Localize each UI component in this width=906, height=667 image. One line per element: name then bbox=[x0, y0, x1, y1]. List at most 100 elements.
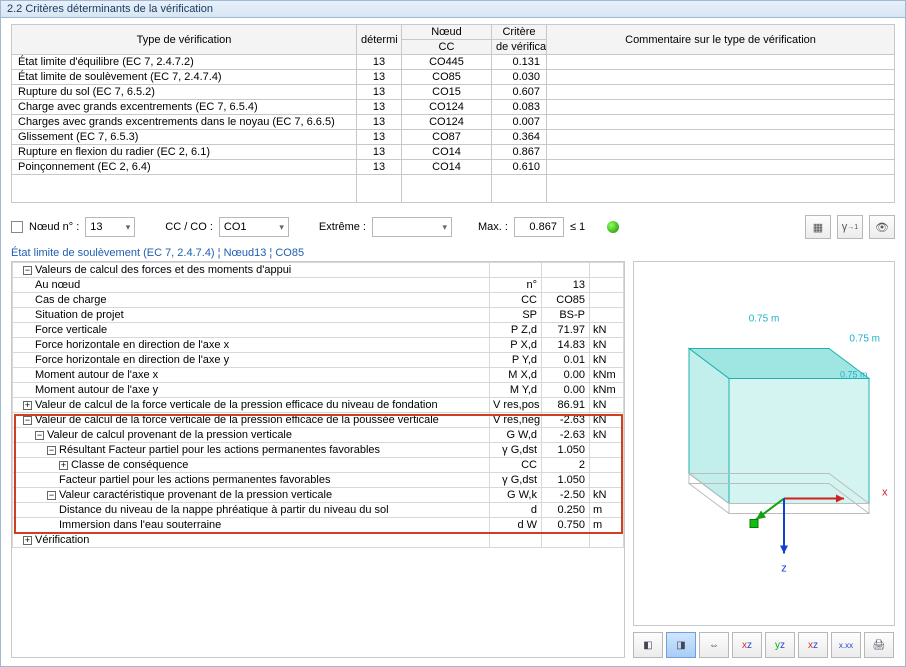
tree-symbol: CC bbox=[490, 458, 542, 473]
tree-row[interactable]: Situation de projetSPBS-P bbox=[13, 308, 624, 323]
tree-label: Facteur partiel pour les actions permane… bbox=[13, 473, 490, 488]
cell-comment bbox=[547, 85, 895, 100]
tree-symbol: G W,k bbox=[490, 488, 542, 503]
node-select[interactable]: 13 bbox=[85, 217, 135, 237]
table-row[interactable]: Poinçonnement (EC 2, 6.4)13CO140.610 bbox=[12, 160, 895, 175]
tree-row[interactable]: Au nœudn°13 bbox=[13, 278, 624, 293]
grid-icon[interactable]: ▦ bbox=[805, 215, 831, 239]
model-viewer[interactable]: 0.75 m 0.75 m 0.75 m x bbox=[633, 261, 895, 626]
toggle-icon[interactable]: + bbox=[59, 461, 68, 470]
cell-cc: CO85 bbox=[402, 70, 492, 85]
view-xy-button[interactable]: xz bbox=[798, 632, 828, 658]
tree-symbol: V res,neg bbox=[490, 413, 542, 428]
viewer-toolbar: ◧ ◨ ⇔ xz yz xz x.xx 🖨 bbox=[633, 632, 895, 658]
tree-symbol bbox=[490, 263, 542, 278]
tree-row[interactable]: Moment autour de l'axe xM X,d0.00kNm bbox=[13, 368, 624, 383]
toggle-icon[interactable]: − bbox=[47, 446, 56, 455]
tree-label: Situation de projet bbox=[13, 308, 490, 323]
view-stretch-button[interactable]: ⇔ bbox=[699, 632, 729, 658]
node-filter-checkbox[interactable] bbox=[11, 221, 23, 233]
table-row[interactable]: Rupture du sol (EC 7, 6.5.2)13CO150.607 bbox=[12, 85, 895, 100]
cell-det: 13 bbox=[357, 100, 402, 115]
toggle-icon[interactable]: − bbox=[47, 491, 56, 500]
tree-row[interactable]: Immersion dans l'eau souterrained W0.750… bbox=[13, 518, 624, 533]
cell-type: Rupture en flexion du radier (EC 2, 6.1) bbox=[12, 145, 357, 160]
cell-crit: 0.131 bbox=[492, 55, 547, 70]
criteria-table: Type de vérification détermi Nœud Critèr… bbox=[11, 24, 895, 203]
table-row[interactable]: Charges avec grands excentrements dans l… bbox=[12, 115, 895, 130]
table-row[interactable]: Charge avec grands excentrements (EC 7, … bbox=[12, 100, 895, 115]
view-xxx-button[interactable]: x.xx bbox=[831, 632, 861, 658]
tree-unit bbox=[590, 473, 624, 488]
tree-row[interactable]: +Valeur de calcul de la force verticale … bbox=[13, 398, 624, 413]
tree-row[interactable]: +Vérification bbox=[13, 533, 624, 548]
tree-value: 0.750 bbox=[542, 518, 590, 533]
tree-symbol: SP bbox=[490, 308, 542, 323]
tree-row[interactable]: Force horizontale en direction de l'axe … bbox=[13, 338, 624, 353]
tree-row[interactable]: Force horizontale en direction de l'axe … bbox=[13, 353, 624, 368]
tree-symbol: G W,d bbox=[490, 428, 542, 443]
view-xz-button[interactable]: xz bbox=[732, 632, 762, 658]
cell-crit: 0.867 bbox=[492, 145, 547, 160]
filter-bar: Nœud n° : 13 CC / CO : CO1 Extrême : Max… bbox=[1, 207, 905, 243]
tree-row[interactable]: +Classe de conséquenceCC2 bbox=[13, 458, 624, 473]
tree-value: CO85 bbox=[542, 293, 590, 308]
table-row[interactable]: État limite de soulèvement (EC 7, 2.4.7.… bbox=[12, 70, 895, 85]
gamma-icon[interactable]: γ→1 bbox=[837, 215, 863, 239]
col-cc-header[interactable]: CC bbox=[402, 40, 492, 55]
col-crit-group[interactable]: Critère bbox=[492, 25, 547, 40]
toggle-icon[interactable]: − bbox=[23, 416, 32, 425]
ccco-select[interactable]: CO1 bbox=[219, 217, 289, 237]
tree-symbol: CC bbox=[490, 293, 542, 308]
cell-cc: CO87 bbox=[402, 130, 492, 145]
tree-row[interactable]: −Valeurs de calcul des forces et des mom… bbox=[13, 263, 624, 278]
tree-row[interactable]: Cas de chargeCCCO85 bbox=[13, 293, 624, 308]
tree-row[interactable]: Distance du niveau de la nappe phréatiqu… bbox=[13, 503, 624, 518]
eye-icon[interactable]: 👁 bbox=[869, 215, 895, 239]
col-det-header[interactable]: détermi bbox=[357, 25, 402, 55]
tree-symbol: V res,pos bbox=[490, 398, 542, 413]
table-row[interactable]: Rupture en flexion du radier (EC 2, 6.1)… bbox=[12, 145, 895, 160]
cell-det: 13 bbox=[357, 130, 402, 145]
table-row[interactable]: Glissement (EC 7, 6.5.3)13CO870.364 bbox=[12, 130, 895, 145]
tree-row[interactable]: −Valeur caractéristique provenant de la … bbox=[13, 488, 624, 503]
view-yz-button[interactable]: yz bbox=[765, 632, 795, 658]
col-node-group[interactable]: Nœud bbox=[402, 25, 492, 40]
extreme-label: Extrême : bbox=[319, 221, 366, 233]
tree-symbol: M X,d bbox=[490, 368, 542, 383]
tree-row[interactable]: Moment autour de l'axe yM Y,d0.00kNm bbox=[13, 383, 624, 398]
tree-symbol: n° bbox=[490, 278, 542, 293]
tree-unit bbox=[590, 263, 624, 278]
detail-tree[interactable]: −Valeurs de calcul des forces et des mom… bbox=[11, 261, 625, 658]
tree-value: 71.97 bbox=[542, 323, 590, 338]
tree-unit: m bbox=[590, 518, 624, 533]
toggle-icon[interactable]: + bbox=[23, 536, 32, 545]
col-crit-header[interactable]: de vérificat bbox=[492, 40, 547, 55]
cell-crit: 0.610 bbox=[492, 160, 547, 175]
col-type-header[interactable]: Type de vérification bbox=[12, 25, 357, 55]
col-comment-header[interactable]: Commentaire sur le type de vérification bbox=[547, 25, 895, 55]
tree-row[interactable]: −Résultant Facteur partiel pour les acti… bbox=[13, 443, 624, 458]
tree-row[interactable]: −Valeur de calcul de la force verticale … bbox=[13, 413, 624, 428]
cell-det: 13 bbox=[357, 115, 402, 130]
tree-label: Au nœud bbox=[13, 278, 490, 293]
tree-value bbox=[542, 533, 590, 548]
tree-unit: kN bbox=[590, 398, 624, 413]
cell-crit: 0.007 bbox=[492, 115, 547, 130]
toggle-icon[interactable]: + bbox=[23, 401, 32, 410]
view-iso-button[interactable]: ◧ bbox=[633, 632, 663, 658]
view-persp-button[interactable]: ◨ bbox=[666, 632, 696, 658]
toggle-icon[interactable]: − bbox=[35, 431, 44, 440]
cell-cc: CO14 bbox=[402, 160, 492, 175]
toggle-icon[interactable]: − bbox=[23, 266, 32, 275]
tree-row[interactable]: Force verticaleP Z,d71.97kN bbox=[13, 323, 624, 338]
tree-row[interactable]: Facteur partiel pour les actions permane… bbox=[13, 473, 624, 488]
tree-row[interactable]: −Valeur de calcul provenant de la pressi… bbox=[13, 428, 624, 443]
tree-unit bbox=[590, 458, 624, 473]
detail-subtitle: État limite de soulèvement (EC 7, 2.4.7.… bbox=[1, 243, 905, 261]
table-row[interactable]: État limite d'équilibre (EC 7, 2.4.7.2)1… bbox=[12, 55, 895, 70]
tree-value: 14.83 bbox=[542, 338, 590, 353]
tree-symbol bbox=[490, 533, 542, 548]
print-button[interactable]: 🖨 bbox=[864, 632, 894, 658]
extreme-select[interactable] bbox=[372, 217, 452, 237]
